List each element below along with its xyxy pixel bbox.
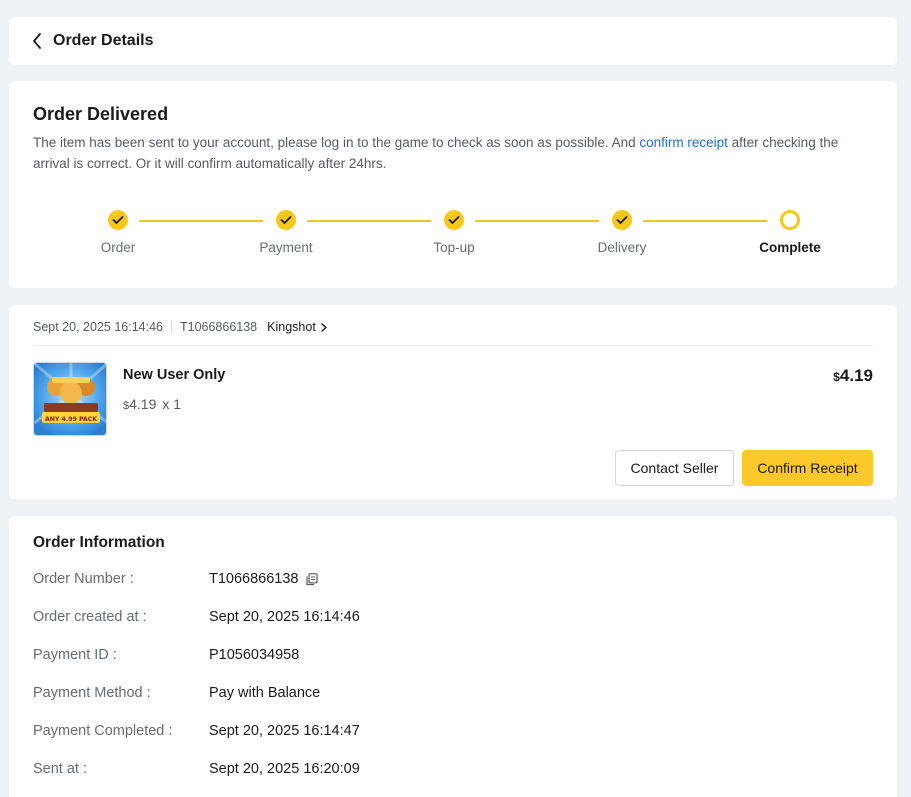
order-id: T1066866138 <box>179 320 258 334</box>
game-name: Kingshot <box>267 320 316 334</box>
chevron-right-icon <box>321 322 327 332</box>
confirm-receipt-link[interactable]: confirm receipt <box>639 135 728 150</box>
status-description: The item has been sent to your account, … <box>33 132 878 174</box>
divider <box>33 345 873 346</box>
order-information-card: Order Information Order Number : T106686… <box>9 516 897 797</box>
back-button[interactable] <box>29 31 45 51</box>
order-status-card: Order Delivered The item has been sent t… <box>9 81 897 288</box>
step-label-payment: Payment <box>259 240 313 255</box>
order-date: Sept 20, 2025 16:14:46 <box>33 320 163 334</box>
info-value: P1056034958 <box>209 647 300 663</box>
copy-icon[interactable] <box>305 572 318 586</box>
step-label-complete: Complete <box>759 240 821 255</box>
order-number-value[interactable]: T1066866138 <box>209 571 299 587</box>
meta-divider <box>170 321 172 333</box>
header-bar: Order Details <box>9 17 897 65</box>
info-label: Payment Completed : <box>33 723 173 739</box>
progress-stepper: Order Payment Top-up Delivery Complete <box>9 210 897 260</box>
info-value: Sept 20, 2025 16:20:09 <box>209 761 360 777</box>
info-label: Payment ID : <box>33 647 117 663</box>
confirm-receipt-button[interactable]: Confirm Receipt <box>742 450 873 486</box>
chevron-left-icon <box>33 33 41 49</box>
info-label: Order created at : <box>33 609 147 625</box>
step-connector <box>475 220 599 222</box>
info-label: Payment Method : <box>33 685 151 701</box>
page-title: Order Details <box>53 32 154 49</box>
info-label: Sent at : <box>33 761 88 777</box>
unit-price-value: 4.19 <box>129 396 157 412</box>
product-name: New User Only <box>123 367 226 383</box>
info-value: Sept 20, 2025 16:14:47 <box>209 723 360 739</box>
game-link[interactable]: Kingshot <box>267 320 327 334</box>
order-meta: Sept 20, 2025 16:14:46 T1066866138 Kings… <box>33 318 327 336</box>
status-desc-text: The item has been sent to your account, … <box>33 135 640 150</box>
info-label: Order Number : <box>33 571 134 587</box>
step-connector <box>139 220 263 222</box>
info-title: Order Information <box>33 534 165 551</box>
info-value: T1066866138 <box>209 571 318 587</box>
step-connector <box>643 220 767 222</box>
step-payment-check-icon <box>276 210 296 230</box>
product-unit-price: $4.19 x 1 <box>123 396 181 412</box>
step-label-order: Order <box>100 240 136 255</box>
order-item-card: Sept 20, 2025 16:14:46 T1066866138 Kings… <box>9 305 897 499</box>
step-label-delivery: Delivery <box>597 240 647 255</box>
info-value: Pay with Balance <box>209 685 321 701</box>
status-title: Order Delivered <box>33 104 169 124</box>
product-total: $4.19 <box>833 366 873 386</box>
step-order-check-icon <box>108 210 128 230</box>
contact-seller-button[interactable]: Contact Seller <box>615 450 734 486</box>
total-value: 4.19 <box>839 366 873 385</box>
step-topup-check-icon <box>444 210 464 230</box>
step-complete-circle-icon <box>780 210 800 230</box>
product-quantity: x 1 <box>162 396 182 412</box>
info-value: Sept 20, 2025 16:14:46 <box>209 609 360 625</box>
currency-symbol: $ <box>833 370 840 384</box>
step-label-topup: Top-up <box>433 240 475 255</box>
product-image-caption: ANY 4.99 PACK <box>45 416 97 423</box>
step-connector <box>307 220 431 222</box>
product-image: ANY 4.99 PACK <box>33 362 107 436</box>
step-delivery-check-icon <box>612 210 632 230</box>
